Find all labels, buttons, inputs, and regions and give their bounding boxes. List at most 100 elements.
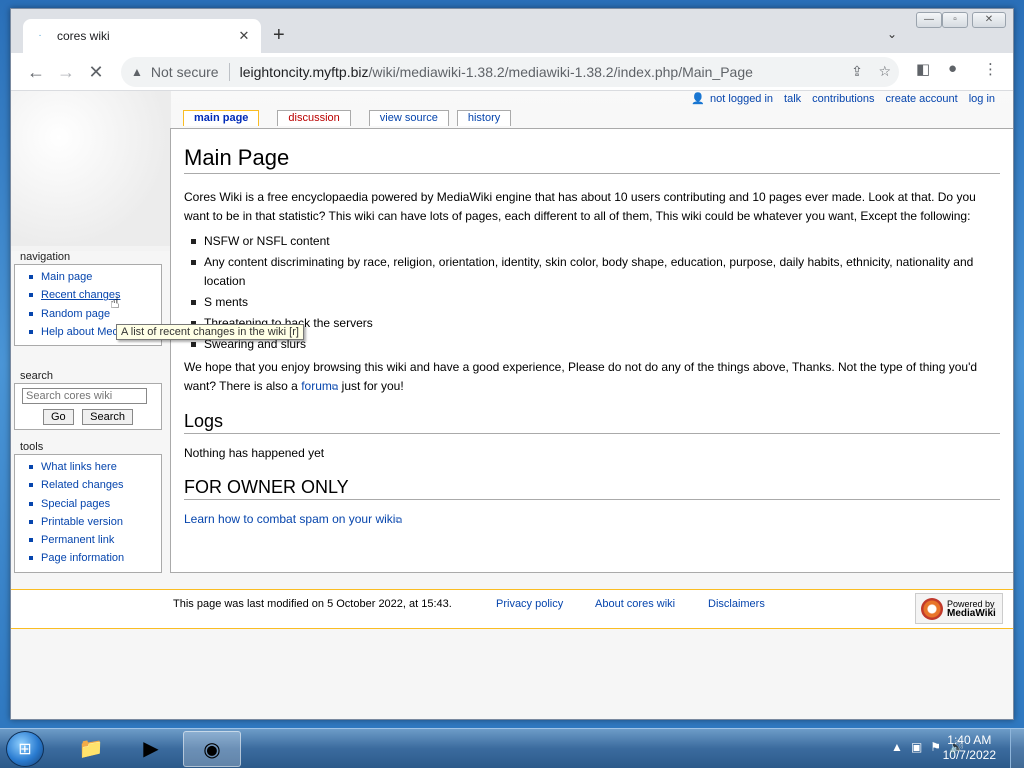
tools-link[interactable]: Permanent link [41, 534, 114, 546]
tools-item[interactable]: Related changes [19, 476, 157, 494]
tab-discussion[interactable]: discussion [277, 110, 351, 126]
privacy-policy-link[interactable]: Privacy policy [496, 598, 563, 610]
share-icon[interactable]: ⇪ [851, 63, 863, 79]
clock[interactable]: 1:40 AM 10/7/2022 [943, 733, 996, 763]
tab-main-page[interactable]: main page [183, 110, 260, 126]
owner-heading: FOR OWNER ONLY [184, 477, 1000, 500]
clock-date: 10/7/2022 [942, 748, 996, 762]
last-modified-text: This page was last modified on 5 October… [173, 598, 452, 610]
tab-title: cores wiki [57, 29, 110, 43]
nav-item-main-page[interactable]: Main page [19, 268, 157, 286]
tools-link[interactable]: Related changes [41, 479, 124, 491]
omnibox-separator [228, 63, 230, 81]
tooltip: A list of recent changes in the wiki [r] [116, 324, 304, 340]
file-explorer-icon[interactable]: 📁 [62, 731, 120, 767]
talk-link[interactable]: talk [784, 93, 801, 105]
security-label[interactable]: Not secure [151, 64, 219, 80]
tab-strip: · cores wiki ✕ + ⌄ — ▫ ✕ [11, 9, 1013, 53]
tools-link[interactable]: What links here [41, 461, 117, 473]
address-bar[interactable]: ▲ Not secure leightoncity.myftp.biz/wiki… [121, 57, 899, 87]
nav-link[interactable]: Recent changes [41, 289, 121, 301]
nav-link[interactable]: Main page [41, 271, 92, 283]
stop-loading-icon[interactable]: ✕ [81, 57, 111, 87]
tools-item[interactable]: Special pages [19, 495, 157, 513]
profile-icon[interactable]: ● [948, 60, 957, 77]
external-link-icon: ⧉ [395, 515, 402, 525]
warning-icon[interactable]: ▲ [131, 65, 143, 79]
menu-kebab-icon[interactable]: ⋮ [983, 60, 998, 78]
tools-link[interactable]: Page information [41, 552, 124, 564]
list-item: Swearing and slurs [188, 335, 1000, 354]
personal-tools: 👤 not logged in talk contributions creat… [691, 92, 995, 106]
tab-view-source[interactable]: view source [368, 110, 449, 126]
url-host: leightoncity.myftp.biz [239, 64, 369, 80]
go-button[interactable]: Go [43, 409, 74, 425]
media-player-icon[interactable]: ▶ [122, 731, 180, 767]
tools-heading: tools [20, 441, 44, 453]
side-panel-icon[interactable]: ◧ [916, 60, 930, 78]
nav-item-random-page[interactable]: Random page [19, 305, 157, 323]
log-in-link[interactable]: log in [969, 93, 995, 105]
browser-tab[interactable]: · cores wiki ✕ [23, 19, 261, 53]
outro-text-end: just for you! [338, 379, 404, 393]
contributions-link[interactable]: contributions [812, 93, 874, 105]
about-link[interactable]: About cores wiki [595, 598, 675, 610]
list-item: Any content discriminating by race, reli… [188, 253, 1000, 291]
tools-item[interactable]: Page information [19, 549, 157, 567]
nav-item-recent-changes[interactable]: Recent changes [19, 286, 157, 304]
new-tab-icon[interactable]: + [273, 25, 285, 45]
chrome-icon[interactable]: ◉ [183, 731, 241, 767]
bookmark-star-icon[interactable]: ☆ [878, 63, 891, 79]
tools-item[interactable]: Permanent link [19, 531, 157, 549]
back-icon[interactable]: ← [21, 57, 51, 87]
list-item: Threatening to hack the servers [188, 314, 1000, 333]
hand-cursor-icon: ☝ [110, 295, 120, 312]
tools-link[interactable]: Special pages [41, 498, 110, 510]
forward-icon[interactable]: → [51, 57, 81, 87]
tools-item[interactable]: Printable version [19, 513, 157, 531]
wiki-logo[interactable] [11, 91, 171, 246]
spam-help-link[interactable]: Learn how to combat spam on your wiki [184, 512, 395, 526]
url-path: /wiki/mediawiki-1.38.2/mediawiki-1.38.2/… [368, 64, 753, 80]
network-icon[interactable]: ▣ [911, 740, 922, 754]
powered-by-mediawiki-badge[interactable]: Powered by MediaWiki [915, 593, 1003, 624]
start-button[interactable]: ⊞ [6, 731, 44, 767]
user-icon: 👤 [691, 93, 706, 105]
disclaimers-link[interactable]: Disclaimers [708, 598, 765, 610]
omnibox-actions: ⇪ ☆ [851, 63, 891, 80]
rules-list: NSFW or NSFL content Any content discrim… [188, 232, 1000, 354]
page-footer: This page was last modified on 5 October… [11, 589, 1013, 629]
search-heading: search [20, 370, 54, 382]
action-center-icon[interactable]: ⚑ [930, 740, 941, 754]
close-window-button[interactable]: ✕ [972, 12, 1006, 28]
maximize-button[interactable]: ▫ [942, 12, 968, 28]
show-hidden-icons-icon[interactable]: ▲ [891, 740, 903, 754]
main-content: Main Page Cores Wiki is a free encyclopa… [170, 128, 1013, 573]
browser-toolbar: ← → ✕ ▲ Not secure leightoncity.myftp.bi… [11, 53, 1013, 91]
tools-body: What links here Related changes Special … [14, 454, 162, 573]
search-button[interactable]: Search [82, 409, 133, 425]
logs-heading: Logs [184, 411, 1000, 434]
create-account-link[interactable]: create account [886, 93, 958, 105]
tools-portlet: tools What links here Related changes Sp… [14, 441, 162, 573]
search-input[interactable] [22, 388, 147, 404]
search-body: Go Search [14, 383, 162, 430]
owner-paragraph: Learn how to combat spam on your wiki⧉ [184, 510, 1000, 530]
logs-text: Nothing has happened yet [184, 446, 325, 460]
page-viewport: 👤 not logged in talk contributions creat… [11, 91, 1013, 719]
forum-link[interactable]: forum [301, 379, 332, 393]
tab-history[interactable]: history [456, 110, 512, 126]
tools-item[interactable]: What links here [19, 458, 157, 476]
content-tabs: main page discussion view source history [183, 110, 512, 126]
navigation-heading: navigation [20, 251, 71, 263]
tab-close-icon[interactable]: ✕ [237, 28, 251, 44]
favicon-icon: · [38, 30, 42, 41]
taskbar: ⊞ 📁 ▶ ◉ ▲ ▣ ⚑ 🔊 1:40 AM 10/7/2022 [0, 728, 1024, 768]
show-desktop-button[interactable] [1010, 729, 1024, 768]
search-portlet: search Go Search [14, 370, 162, 430]
tools-link[interactable]: Printable version [41, 516, 123, 528]
minimize-button[interactable]: — [916, 12, 942, 28]
tab-search-icon[interactable]: ⌄ [887, 27, 897, 41]
mediawiki-text: MediaWiki [947, 607, 996, 619]
nav-link[interactable]: Random page [41, 308, 110, 320]
